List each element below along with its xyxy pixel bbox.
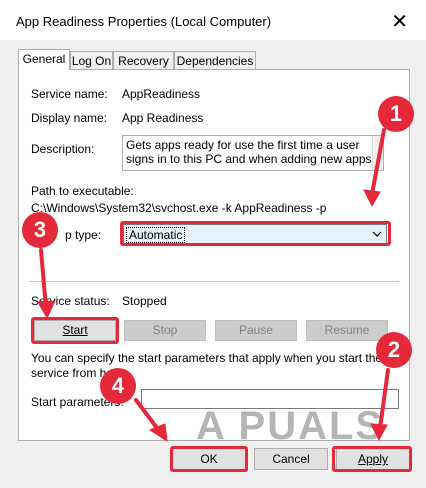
description-text: Gets apps ready for use the first time a… [126,138,375,166]
ok-button-label: OK [200,452,218,466]
pause-button[interactable]: Pause [215,320,297,341]
tab-dependencies[interactable]: Dependencies [174,51,256,69]
description-scrollbar[interactable] [372,136,383,170]
startup-type-value: Automatic [126,227,186,243]
ok-button[interactable]: OK [172,448,246,470]
close-icon[interactable]: ✕ [391,9,408,34]
title-bar: App Readiness Properties (Local Computer… [0,0,426,40]
watermark: A PUALS [196,404,385,448]
tab-log-on[interactable]: Log On [70,51,113,69]
path-value: C:\Windows\System32\svchost.exe -k AppRe… [31,201,327,215]
service-status-label: Service status: [31,294,110,308]
start-button-label: Start [62,323,88,337]
description-box[interactable]: Gets apps ready for use the first time a… [122,135,384,171]
properties-dialog: App Readiness Properties (Local Computer… [0,0,426,488]
window-title: App Readiness Properties (Local Computer… [16,14,272,29]
startup-type-label: p type: [65,228,102,242]
general-panel: Service name: AppReadiness Display name:… [18,69,410,441]
startup-type-dropdown[interactable]: Automatic [123,224,387,244]
path-label: Path to executable: [31,184,134,198]
start-button[interactable]: Start [34,320,116,341]
chevron-down-icon [368,225,386,243]
display-name-value: App Readiness [122,111,204,125]
resume-button-label: Resume [324,323,370,337]
step-badge-4: 4 [100,368,136,404]
step-badge-3: 3 [22,212,58,248]
apply-button[interactable]: Apply [336,448,410,470]
step-badge-2: 2 [376,332,412,368]
stop-button-label: Stop [152,323,178,337]
description-label: Description: [31,142,95,156]
display-name-label: Display name: [31,111,108,125]
service-status-value: Stopped [122,294,167,308]
stop-button[interactable]: Stop [124,320,206,341]
separator [29,281,399,282]
tab-general[interactable]: General [18,49,70,70]
service-name-label: Service name: [31,87,108,101]
cancel-button-label: Cancel [272,452,310,466]
apply-button-label: Apply [357,452,389,466]
start-params-help: You can specify the start parameters tha… [31,351,383,380]
tab-recovery[interactable]: Recovery [113,51,174,69]
service-name-value: AppReadiness [122,87,201,101]
cancel-button[interactable]: Cancel [254,448,328,470]
resume-button[interactable]: Resume [306,320,388,341]
pause-button-label: Pause [238,323,274,337]
step-badge-1: 1 [378,96,414,132]
